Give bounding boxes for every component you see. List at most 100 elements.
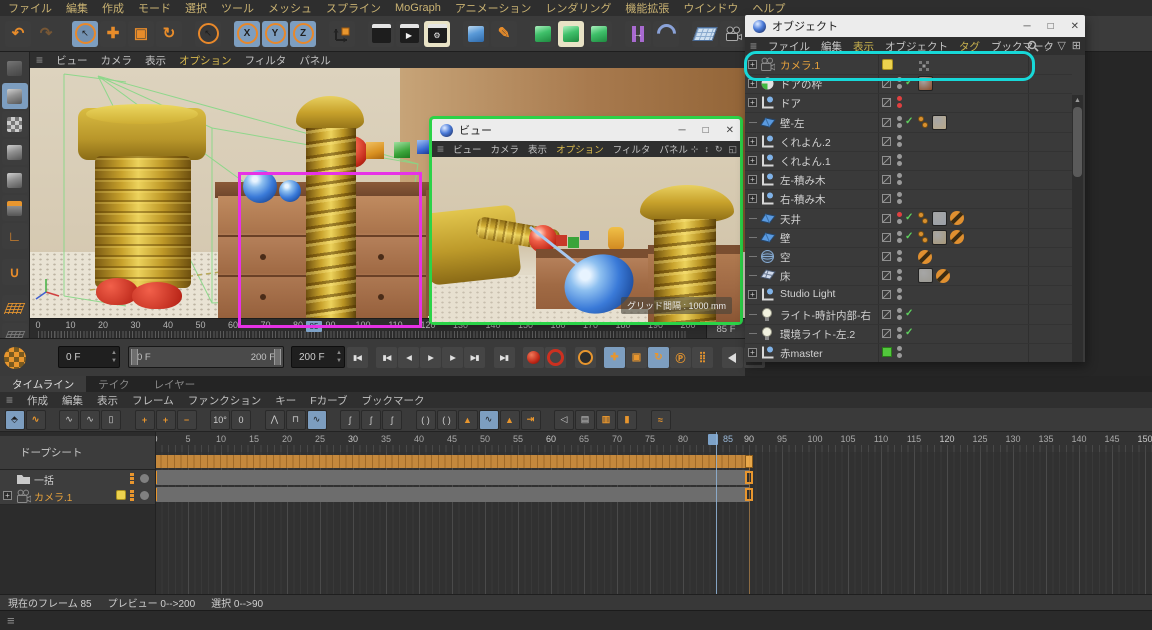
menubar-item-2[interactable]: 作成 xyxy=(102,0,124,16)
solo-circle-icon[interactable] xyxy=(140,491,149,500)
enabled-check-icon[interactable]: ✓ xyxy=(905,327,913,338)
record-key-button[interactable]: + xyxy=(135,410,155,430)
timeline-ruler[interactable]: 0510152025303540455055606570758090951001… xyxy=(0,432,1152,452)
view-menu-4[interactable]: フィルタ xyxy=(613,142,651,156)
object-row-1[interactable]: +ドアの枠✓ xyxy=(745,74,1072,94)
point-mode-button[interactable] xyxy=(2,139,28,165)
viewport-menu-1[interactable]: カメラ xyxy=(101,53,133,68)
view-menu-2[interactable]: 表示 xyxy=(528,142,547,156)
object-row-5[interactable]: +くれよん.1 xyxy=(745,151,1072,171)
visibility-dot-bottom[interactable] xyxy=(897,295,902,300)
record-parameter-button[interactable]: Ⓟ xyxy=(670,347,691,368)
timeline-menu-2[interactable]: 表示 xyxy=(97,393,118,408)
expand-toggle-icon[interactable]: + xyxy=(748,290,757,299)
dope-sheet-grid[interactable] xyxy=(155,452,1152,594)
object-manager-menu-2[interactable]: 表示 xyxy=(853,39,874,54)
visibility-dot-top[interactable] xyxy=(897,77,902,82)
timeline-menu-5[interactable]: キー xyxy=(275,393,296,408)
minimize-icon[interactable]: ─ xyxy=(678,125,685,136)
toggle-view-icon[interactable]: ◱ xyxy=(728,144,737,155)
editor-visibility-toggle[interactable] xyxy=(882,79,891,88)
menubar-item-10[interactable]: レンダリング xyxy=(545,0,611,16)
target-tag-icon[interactable] xyxy=(918,59,930,71)
spline-pen-tool[interactable]: ✎ xyxy=(491,21,517,47)
visibility-dot-top[interactable] xyxy=(897,288,902,293)
expand-toggle-icon[interactable]: + xyxy=(748,79,757,88)
object-row-3[interactable]: 壁-左✓ xyxy=(745,113,1072,133)
spinner-arrows-icon[interactable]: ▲▼ xyxy=(336,349,342,365)
expand-toggle-icon[interactable]: + xyxy=(748,348,757,357)
solo-circle-icon[interactable] xyxy=(140,474,149,483)
timeline-tab-0[interactable]: タイムライン xyxy=(0,376,86,392)
material-tag-icon[interactable] xyxy=(932,211,947,226)
texture-paint-palette-icon[interactable] xyxy=(4,347,26,369)
view-menu-icon[interactable]: ≡ xyxy=(437,142,444,156)
clamp-tangent-button[interactable]: ▲ xyxy=(500,410,520,430)
animation-tag-icon[interactable] xyxy=(116,490,126,500)
menubar-item-12[interactable]: ウインドウ xyxy=(683,0,738,16)
key-dots-icon[interactable] xyxy=(130,473,134,484)
menubar-item-11[interactable]: 機能拡張 xyxy=(625,0,669,16)
object-manager-menu-1[interactable]: 編集 xyxy=(821,39,842,54)
material-tag-icon[interactable] xyxy=(918,268,933,283)
deformers-menu[interactable] xyxy=(586,21,612,47)
ease-in-button[interactable]: ʃ xyxy=(340,410,360,430)
editor-visibility-toggle[interactable] xyxy=(882,98,891,107)
visibility-dot-bottom[interactable] xyxy=(897,334,902,339)
editor-visibility-toggle[interactable] xyxy=(882,156,891,165)
lock-key-button[interactable]: ▮ xyxy=(617,410,637,430)
add-panel-icon[interactable]: ⊞ xyxy=(1072,39,1081,52)
visibility-dot-top[interactable] xyxy=(897,116,902,121)
timeline-menu-3[interactable]: フレーム xyxy=(132,393,174,408)
expand-toggle-icon[interactable]: + xyxy=(748,156,757,165)
editor-visibility-toggle[interactable] xyxy=(882,118,891,127)
goto-end-button[interactable]: ▶▮ xyxy=(494,347,515,368)
frame-range-slider[interactable]: 0 F200 F xyxy=(128,346,284,368)
menubar-item-6[interactable]: メッシュ xyxy=(268,0,312,16)
expand-toggle-icon[interactable]: + xyxy=(748,60,757,69)
redo-icon[interactable]: ↷ xyxy=(33,21,59,47)
material-tag-icon[interactable] xyxy=(932,230,947,245)
visibility-dot-bottom[interactable] xyxy=(897,315,902,320)
viewport-menu-0[interactable]: ビュー xyxy=(56,53,88,68)
timeline-tab-1[interactable]: テイク xyxy=(86,376,141,392)
timeline-track-row-0[interactable]: 一括 xyxy=(0,470,155,488)
viewport-menu-5[interactable]: パネル xyxy=(299,53,331,68)
z-axis-lock[interactable]: Z xyxy=(290,21,316,47)
timeline-menu-0[interactable]: 作成 xyxy=(27,393,48,408)
enabled-check-icon[interactable]: ✓ xyxy=(905,308,913,319)
timeline-menu-icon[interactable]: ≡ xyxy=(6,393,13,407)
visibility-dot-bottom[interactable] xyxy=(897,84,902,89)
visibility-dot-bottom[interactable] xyxy=(897,103,902,108)
phong-tag-icon[interactable] xyxy=(918,231,929,244)
object-row-11[interactable]: 床 xyxy=(745,266,1072,286)
spinner-arrows-icon[interactable]: ▲▼ xyxy=(111,349,117,365)
mute-track-button[interactable]: ◁ xyxy=(554,410,574,430)
visibility-dot-bottom[interactable] xyxy=(897,276,902,281)
subdivision-surface[interactable] xyxy=(530,21,556,47)
enabled-check-icon[interactable]: ✓ xyxy=(905,212,913,223)
record-position-button[interactable]: ✚ xyxy=(604,347,625,368)
visibility-dot-top[interactable] xyxy=(897,346,902,351)
visibility-dot-top[interactable] xyxy=(897,212,902,217)
object-manager-window[interactable]: オブジェクト ─□✕ ≡ ファイル編集表示オブジェクトタグブックマーク ⌂ ▽ … xyxy=(745,15,1085,362)
material-tag-icon[interactable] xyxy=(918,76,933,91)
view-menu-1[interactable]: カメラ xyxy=(491,142,520,156)
track-bar-1[interactable] xyxy=(155,487,749,502)
show-animated-button[interactable]: ∿ xyxy=(59,410,79,430)
spline-interpolation-button[interactable]: ∿ xyxy=(307,410,327,430)
visibility-dot-bottom[interactable] xyxy=(897,180,902,185)
dope-sheet-mode-button[interactable]: ⬘ xyxy=(5,410,25,430)
texture-mode-button[interactable] xyxy=(2,111,28,137)
visibility-dot-bottom[interactable] xyxy=(897,353,902,358)
quantize-rotation-button[interactable]: 10° xyxy=(210,410,230,430)
minimize-icon[interactable]: ─ xyxy=(1023,21,1030,32)
editor-visibility-toggle[interactable] xyxy=(882,329,891,338)
menubar-item-8[interactable]: MoGraph xyxy=(395,2,441,14)
compositing-tag-icon[interactable] xyxy=(918,250,932,264)
editor-visibility-toggle[interactable] xyxy=(882,233,891,242)
timeline-track-row-1[interactable]: +カメラ.1 xyxy=(0,487,155,505)
expand-toggle-icon[interactable]: + xyxy=(748,194,757,203)
record-pla-button[interactable]: ⣿ xyxy=(692,347,713,368)
menubar-item-1[interactable]: 編集 xyxy=(66,0,88,16)
